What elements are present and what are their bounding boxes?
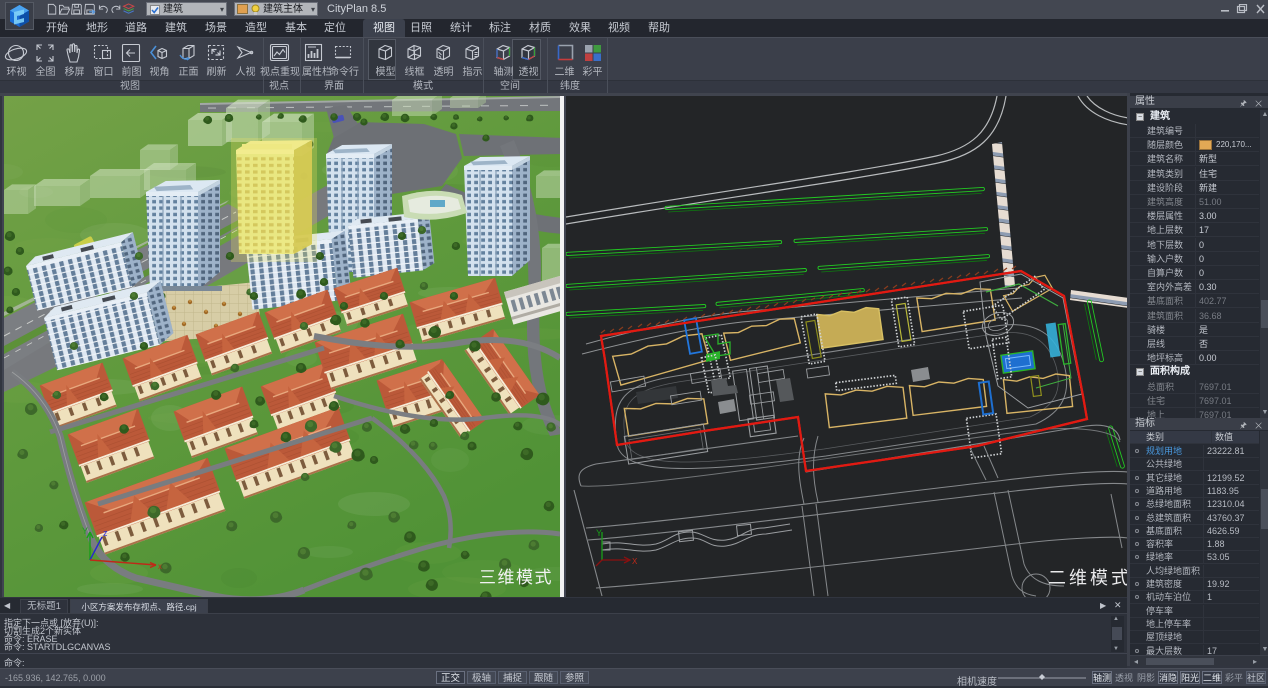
svg-text:二维模式: 二维模式 — [1048, 568, 1127, 588]
svg-text:三维模式: 三维模式 — [479, 568, 553, 587]
svg-text:Y: Y — [82, 526, 88, 536]
svg-text:z: z — [103, 528, 108, 538]
svg-text:x: x — [158, 562, 162, 571]
svg-text:X: X — [632, 557, 638, 566]
svg-text:Y: Y — [596, 528, 602, 538]
